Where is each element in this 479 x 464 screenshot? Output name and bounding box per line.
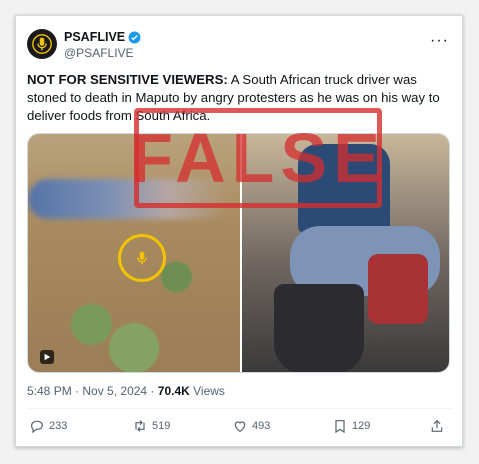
like-icon [234,421,246,433]
photo-ice-bucket [274,284,364,372]
tweet-media[interactable] [27,133,450,373]
tweet-time[interactable]: 5:48 PM [27,384,72,398]
more-options-button[interactable]: ··· [430,32,449,50]
share-icon [431,419,443,432]
watermark-logo-icon [118,234,166,282]
blurred-figure [28,179,228,219]
divider [27,408,453,409]
meta-separator: · [147,384,158,398]
repost-button[interactable]: 519 [132,418,170,434]
meta-separator: · [71,384,83,398]
views-count: 70.4K [157,384,190,398]
bookmark-button[interactable]: 129 [332,418,370,434]
repost-count: 519 [152,420,171,432]
avatar[interactable] [27,29,57,59]
bookmark-count: 129 [352,420,371,432]
verified-badge-icon [128,31,141,43]
microphone-logo-icon [32,34,52,54]
tweet-meta: 5:48 PM · Nov 5, 2024 · 70.4K Views [27,384,225,398]
display-name[interactable]: PSAFLIVE [64,30,125,44]
tweet-text-bold: NOT FOR SENSITIVE VIEWERS: [27,72,228,87]
tweet-date[interactable]: Nov 5, 2024 [82,384,147,398]
like-count: 493 [252,420,271,432]
like-button[interactable]: 493 [232,418,270,434]
play-button[interactable] [40,350,54,364]
photo-red-cushion [368,254,428,324]
tweet-card[interactable]: PSAFLIVE @PSAFLIVE ··· NOT FOR SENSITIVE… [15,15,463,447]
action-bar: 233 519 493 129 [29,418,451,440]
photo-person-shirt [298,144,390,234]
share-button[interactable] [429,418,445,434]
user-handle[interactable]: @PSAFLIVE [64,46,141,60]
reply-icon [31,420,43,434]
repost-icon [135,420,145,432]
play-icon [44,353,51,361]
tweet-text: NOT FOR SENSITIVE VIEWERS: A South Afric… [27,71,455,125]
reply-count: 233 [49,420,68,432]
video-thumbnail[interactable] [28,134,240,372]
reply-button[interactable]: 233 [29,418,67,434]
bookmark-icon [335,420,345,434]
tweet-header: PSAFLIVE @PSAFLIVE ··· [27,26,453,66]
views-label: Views [189,384,225,398]
